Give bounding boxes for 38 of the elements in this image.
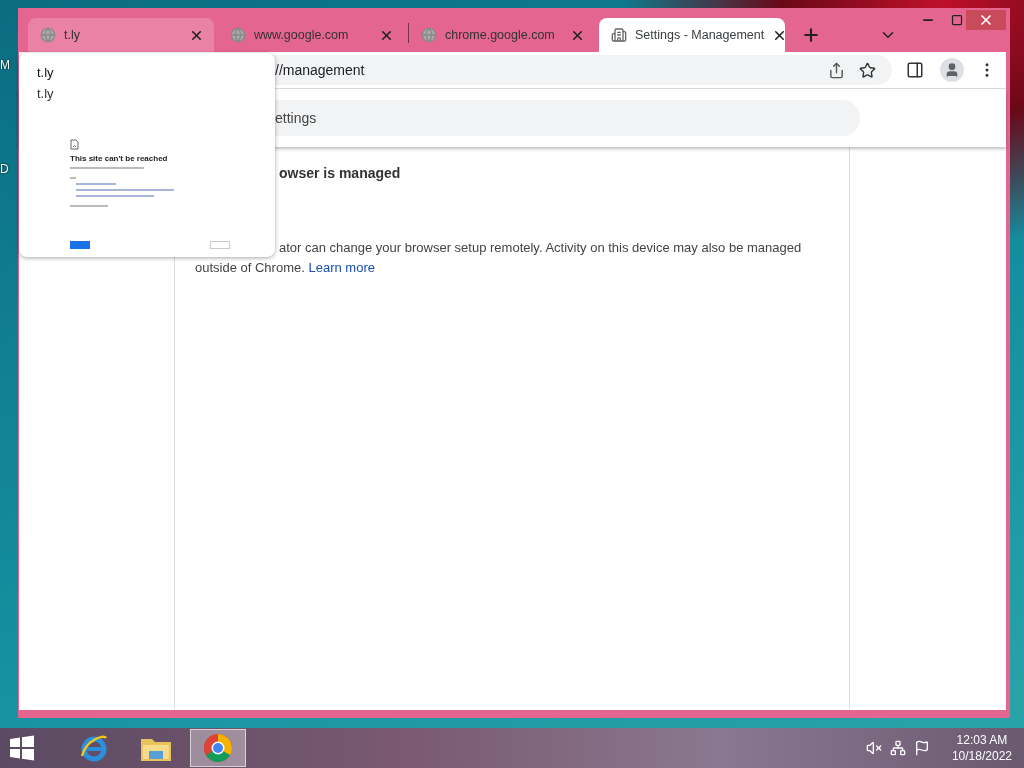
maximize-icon[interactable] <box>951 14 963 26</box>
windows-start-icon[interactable] <box>8 734 36 762</box>
tab-title: Settings - Management <box>635 28 765 42</box>
browser-tab[interactable]: www.google.com <box>218 18 404 52</box>
browser-tab[interactable]: Settings - Management <box>599 18 785 52</box>
tab-title: chrome.google.com <box>445 28 556 42</box>
hover-card-domain: t.ly <box>37 86 55 101</box>
taskbar-app[interactable] <box>190 729 246 767</box>
learn-more-link[interactable]: Learn more <box>308 260 375 275</box>
profile-avatar[interactable] <box>940 58 964 82</box>
globe-icon <box>40 27 56 43</box>
desktop-icon-label[interactable]: D <box>0 162 9 176</box>
clock-time: 12:03 AM <box>956 732 1008 748</box>
muted-speaker-icon[interactable] <box>865 740 882 756</box>
hover-card-title: t.ly <box>37 65 55 80</box>
close-icon <box>978 12 994 28</box>
browser-tab[interactable]: chrome.google.com <box>409 18 595 52</box>
tab-title: www.google.com <box>254 28 350 42</box>
globe-icon <box>230 27 246 43</box>
preview-heading: This site can't be reached <box>70 154 169 163</box>
side-panel-icon[interactable] <box>906 61 924 79</box>
preview-details-button-drawing <box>210 241 230 249</box>
page-heading: owser is managed <box>279 165 402 181</box>
action-center-flag-icon[interactable] <box>913 740 930 756</box>
building-icon <box>611 27 627 43</box>
clock-date: 10/18/2022 <box>951 748 1012 764</box>
close-window-button[interactable] <box>966 10 1006 30</box>
browser-tab[interactable]: t.ly <box>28 18 214 52</box>
broken-page-icon <box>70 139 79 150</box>
bookmark-star-icon[interactable] <box>859 61 876 79</box>
preview-reload-button-drawing <box>70 241 90 249</box>
chrome-logo-icon <box>203 733 233 763</box>
globe-icon <box>421 27 437 43</box>
tab-title: t.ly <box>64 28 81 42</box>
share-icon[interactable] <box>828 61 845 79</box>
desktop-icon-label[interactable]: M <box>0 58 10 72</box>
network-warning-icon[interactable] <box>889 740 906 756</box>
new-tab-icon[interactable] <box>801 25 821 45</box>
